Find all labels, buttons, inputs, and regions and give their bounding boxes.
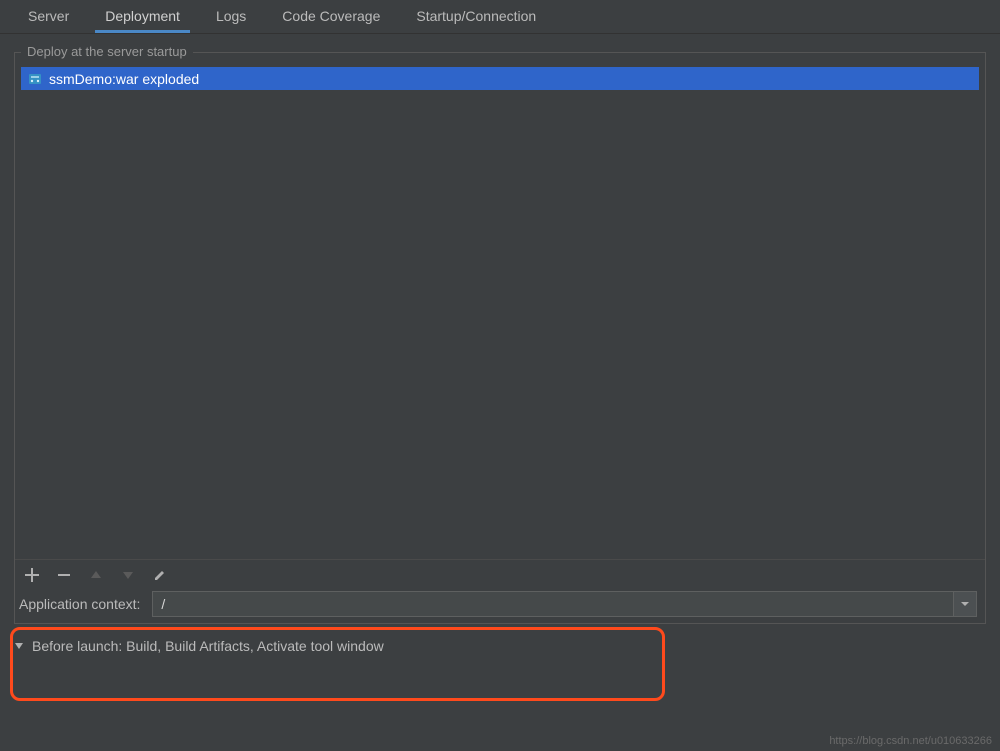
tab-startup-connection[interactable]: Startup/Connection — [398, 0, 554, 33]
application-context-combo — [152, 591, 977, 617]
application-context-dropdown-button[interactable] — [953, 591, 977, 617]
remove-button[interactable] — [55, 566, 73, 584]
before-launch-section[interactable]: Before launch: Build, Build Artifacts, A… — [0, 624, 1000, 654]
list-item[interactable]: ssmDemo:war exploded — [21, 67, 979, 90]
application-context-row: Application context: — [15, 589, 985, 623]
deploy-toolbar — [15, 559, 985, 589]
edit-button[interactable] — [151, 566, 169, 584]
list-item-label: ssmDemo:war exploded — [49, 71, 199, 87]
watermark-text: https://blog.csdn.net/u010633266 — [829, 735, 992, 747]
tab-server[interactable]: Server — [10, 0, 87, 33]
deploy-list[interactable]: ssmDemo:war exploded — [21, 67, 979, 569]
move-down-button[interactable] — [119, 566, 137, 584]
application-context-label: Application context: — [19, 596, 140, 612]
before-launch-label: Before launch: Build, Build Artifacts, A… — [32, 638, 384, 654]
tabs-bar: Server Deployment Logs Code Coverage Sta… — [0, 0, 1000, 34]
deploy-fieldset: Deploy at the server startup ssmDemo:war… — [14, 52, 986, 624]
application-context-input[interactable] — [152, 591, 953, 617]
chevron-down-icon — [960, 599, 970, 609]
move-up-button[interactable] — [87, 566, 105, 584]
deploy-fieldset-legend: Deploy at the server startup — [21, 44, 193, 59]
tab-code-coverage[interactable]: Code Coverage — [264, 0, 398, 33]
tab-deployment[interactable]: Deployment — [87, 0, 198, 33]
add-button[interactable] — [23, 566, 41, 584]
expand-arrow-icon — [14, 641, 24, 651]
tab-logs[interactable]: Logs — [198, 0, 264, 33]
artifact-icon — [27, 71, 43, 87]
